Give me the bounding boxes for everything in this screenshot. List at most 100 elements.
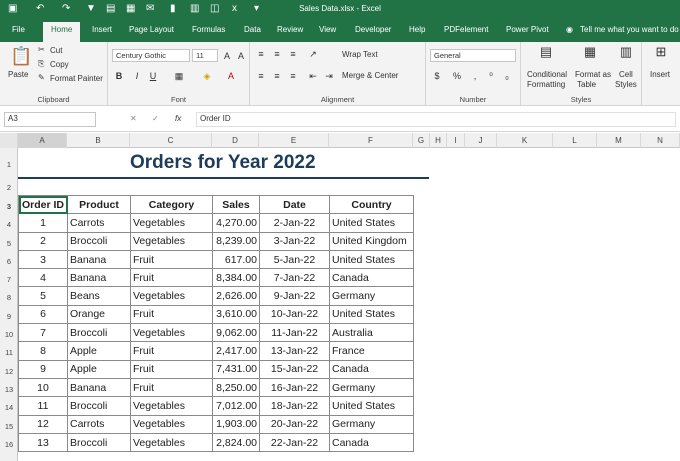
spreadsheet-grid[interactable]: Orders for Year 2022 Order ID Product Ca… (18, 148, 680, 461)
table-cell[interactable]: 13 (18, 432, 68, 453)
column-header[interactable]: L (553, 133, 597, 148)
table-cell[interactable]: 10 (18, 377, 68, 398)
percent-button[interactable]: % (450, 69, 464, 83)
column-header[interactable]: K (497, 133, 553, 148)
table-cell[interactable]: Germany (329, 414, 414, 434)
column-header[interactable]: G (413, 133, 430, 148)
table-cell[interactable]: 3 (18, 249, 68, 270)
table-cell[interactable]: Australia (329, 323, 414, 343)
table-cell[interactable]: 6 (18, 304, 68, 325)
currency-button[interactable]: $ (430, 69, 444, 83)
copy-icon[interactable]: ⎘ (38, 59, 44, 69)
row-header[interactable]: 2 (0, 183, 18, 192)
table-cell[interactable]: 11-Jan-22 (259, 323, 330, 343)
row-header[interactable]: 16 (0, 440, 18, 449)
wrap-text-button[interactable]: Wrap Text (342, 50, 378, 59)
table-cell[interactable]: Vegetables (130, 231, 213, 251)
font-name-select[interactable]: Century Gothic (112, 49, 190, 62)
table-cell[interactable]: 10-Jan-22 (259, 304, 330, 325)
column-header[interactable]: B (67, 133, 130, 148)
increase-decimal-icon[interactable]: ⁰ (484, 69, 498, 83)
conditional-formatting-icon[interactable]: ▤ (539, 45, 553, 59)
tab-power-pivot[interactable]: Power Pivot (506, 25, 549, 34)
table-cell[interactable]: Beans (67, 286, 131, 306)
table-cell[interactable]: 7,012.00 (212, 396, 260, 416)
table-cell[interactable]: 16-Jan-22 (259, 377, 330, 398)
tab-view[interactable]: View (319, 25, 336, 34)
decrease-decimal-icon[interactable]: ₀ (500, 69, 514, 83)
table-cell[interactable]: 12 (18, 414, 68, 434)
row-header[interactable]: 10 (0, 330, 18, 339)
row-header[interactable]: 1 (0, 160, 18, 169)
table-cell[interactable]: Fruit (130, 377, 213, 398)
table-cell[interactable]: Fruit (130, 304, 213, 325)
table-cell[interactable]: 18-Jan-22 (259, 396, 330, 416)
table-cell[interactable]: Germany (329, 286, 414, 306)
row-header[interactable]: 14 (0, 403, 18, 412)
table-cell[interactable]: 5-Jan-22 (259, 249, 330, 270)
row-header[interactable]: 7 (0, 275, 18, 284)
increase-indent-icon[interactable]: ⇥ (322, 69, 336, 83)
column-header[interactable]: J (465, 133, 497, 148)
format-as-table-icon[interactable]: ▦ (583, 45, 597, 59)
increase-font-icon[interactable]: A (220, 49, 234, 63)
fill-color-icon[interactable]: ◈ (200, 69, 214, 83)
align-left-icon[interactable]: ≡ (254, 69, 268, 83)
table-cell[interactable]: 8,250.00 (212, 377, 260, 398)
comma-button[interactable]: , (468, 69, 482, 83)
copy-button[interactable]: Copy (50, 60, 69, 69)
cut-icon[interactable]: ✂ (38, 45, 45, 54)
cell-styles-icon[interactable]: ▥ (619, 45, 633, 59)
table-cell[interactable]: 2-Jan-22 (259, 213, 330, 233)
tab-file[interactable]: File (12, 25, 25, 34)
table-cell[interactable]: 11 (18, 396, 68, 416)
insert-function-button[interactable]: fx (175, 114, 181, 123)
table-cell[interactable]: Canada (329, 359, 414, 379)
table-cell[interactable]: Germany (329, 377, 414, 398)
table-cell[interactable]: Banana (67, 377, 131, 398)
table-cell[interactable]: Fruit (130, 249, 213, 270)
table-cell[interactable]: 3-Jan-22 (259, 231, 330, 251)
decrease-font-icon[interactable]: A (234, 49, 248, 63)
column-header[interactable]: F (329, 133, 413, 148)
number-format-select[interactable]: General (430, 49, 516, 62)
table-cell[interactable]: United States (329, 396, 414, 416)
align-bottom-icon[interactable]: ≡ (286, 47, 300, 61)
format-painter-button[interactable]: Format Painter (50, 74, 103, 83)
table-cell[interactable]: Vegetables (130, 286, 213, 306)
row-header[interactable]: 11 (0, 348, 18, 357)
column-header[interactable]: A (18, 133, 67, 148)
table-cell[interactable]: Apple (67, 359, 131, 379)
row-header[interactable]: 13 (0, 385, 18, 394)
cancel-icon[interactable]: ✕ (130, 114, 137, 123)
table-cell[interactable]: 2,824.00 (212, 432, 260, 453)
table-cell[interactable]: United States (329, 213, 414, 233)
italic-button[interactable]: I (130, 69, 144, 83)
row-header[interactable]: 9 (0, 312, 18, 321)
header-category[interactable]: Category (130, 194, 213, 215)
tell-me-search[interactable]: Tell me what you want to do (580, 25, 679, 34)
column-header[interactable]: C (130, 133, 212, 148)
tab-formulas[interactable]: Formulas (192, 25, 225, 34)
font-color-icon[interactable]: A (224, 69, 238, 83)
table-cell[interactable]: 7 (18, 323, 68, 343)
bold-button[interactable]: B (112, 69, 126, 83)
name-box[interactable]: A3 (4, 112, 96, 127)
table-cell[interactable]: France (329, 341, 414, 361)
header-date[interactable]: Date (259, 194, 330, 215)
format-painter-icon[interactable]: ✎ (38, 73, 45, 82)
tab-home[interactable]: Home (43, 22, 81, 42)
table-cell[interactable]: 15-Jan-22 (259, 359, 330, 379)
paste-icon[interactable]: 📋 (10, 46, 32, 67)
table-cell[interactable]: 2,417.00 (212, 341, 260, 361)
table-cell[interactable]: Broccoli (67, 231, 131, 251)
merge-center-button[interactable]: Merge & Center (342, 71, 398, 80)
table-cell[interactable]: 7-Jan-22 (259, 268, 330, 288)
cell-styles-button[interactable]: Cell (619, 70, 633, 79)
table-cell[interactable]: 9 (18, 359, 68, 379)
table-cell[interactable]: 1 (18, 213, 68, 233)
tab-help[interactable]: Help (409, 25, 425, 34)
table-cell[interactable]: 9-Jan-22 (259, 286, 330, 306)
align-middle-icon[interactable]: ≡ (270, 47, 284, 61)
tab-page-layout[interactable]: Page Layout (129, 25, 174, 34)
